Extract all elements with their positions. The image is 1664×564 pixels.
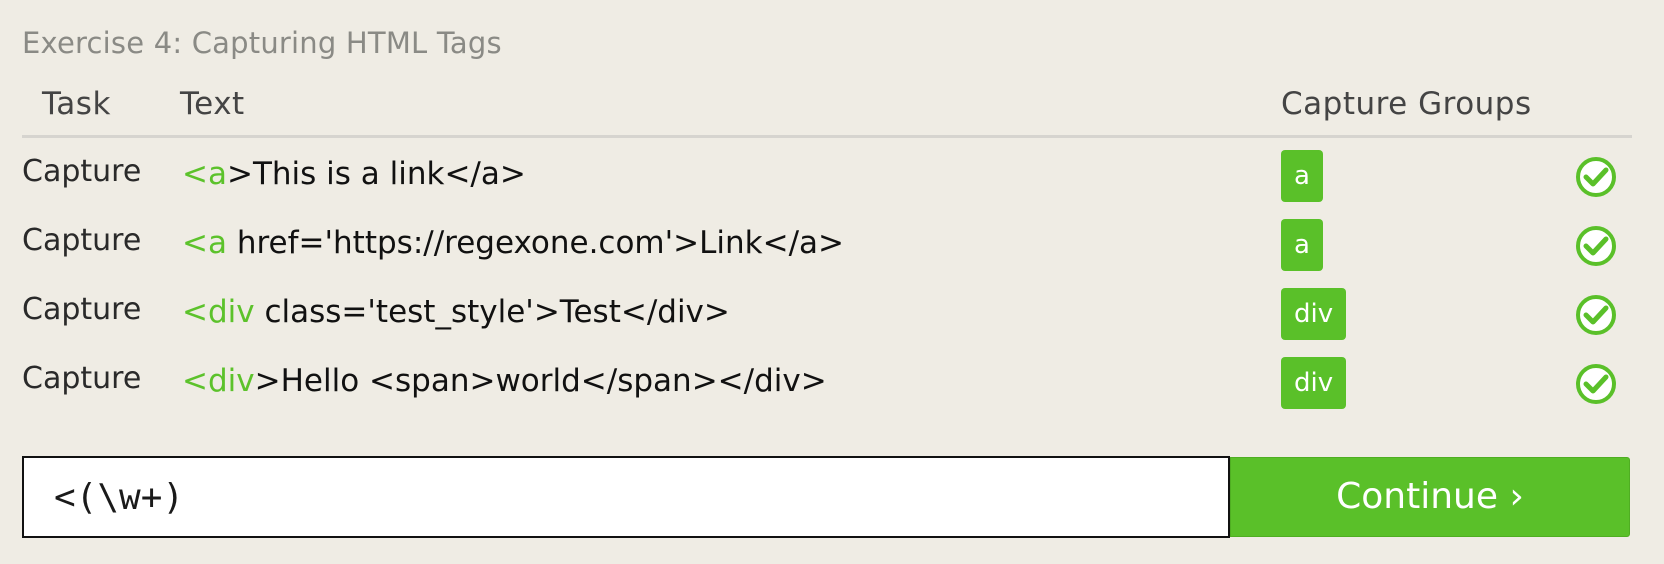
matched-text: <a [182, 156, 227, 192]
check-icon [1576, 226, 1616, 266]
matched-text: <a [182, 225, 227, 261]
task-label: Capture [22, 361, 142, 396]
header-text: Text [180, 86, 245, 122]
unmatched-text: >This is a link</a> [226, 156, 526, 192]
check-icon [1576, 364, 1616, 404]
header-capture-groups: Capture Groups [1281, 86, 1532, 122]
task-label: Capture [22, 292, 142, 327]
task-label: Capture [22, 154, 142, 189]
table-row: Capture <div class='test_style'>Test</di… [22, 276, 1632, 346]
unmatched-text: href='https://regexone.com'>Link</a> [226, 225, 845, 261]
capture-group-badge: div [1281, 357, 1347, 409]
check-icon [1576, 157, 1616, 197]
table-row: Capture <div>Hello <span>world</span></d… [22, 345, 1632, 415]
capture-group-badge: a [1281, 150, 1323, 202]
regex-input[interactable] [22, 456, 1230, 538]
task-text: <a>This is a link</a> [182, 156, 526, 192]
unmatched-text: class='test_style'>Test</div> [254, 294, 730, 330]
check-icon [1576, 295, 1616, 335]
matched-text: <div [182, 363, 255, 399]
unmatched-text: >Hello <span>world</span></div> [254, 363, 827, 399]
task-text: <div>Hello <span>world</span></div> [182, 363, 827, 399]
capture-group-badge: div [1281, 288, 1347, 340]
exercise-title: Exercise 4: Capturing HTML Tags [22, 26, 502, 60]
capture-group-badge: a [1281, 219, 1323, 271]
task-text: <div class='test_style'>Test</div> [182, 294, 730, 330]
table-header: Task Text Capture Groups [22, 82, 1632, 138]
task-text: <a href='https://regexone.com'>Link</a> [182, 225, 844, 261]
header-task: Task [42, 86, 111, 122]
table-row: Capture <a href='https://regexone.com'>L… [22, 207, 1632, 277]
table-row: Capture <a>This is a link</a> a [22, 138, 1632, 208]
matched-text: <div [182, 294, 255, 330]
continue-button[interactable]: Continue › [1230, 457, 1630, 537]
task-label: Capture [22, 223, 142, 258]
